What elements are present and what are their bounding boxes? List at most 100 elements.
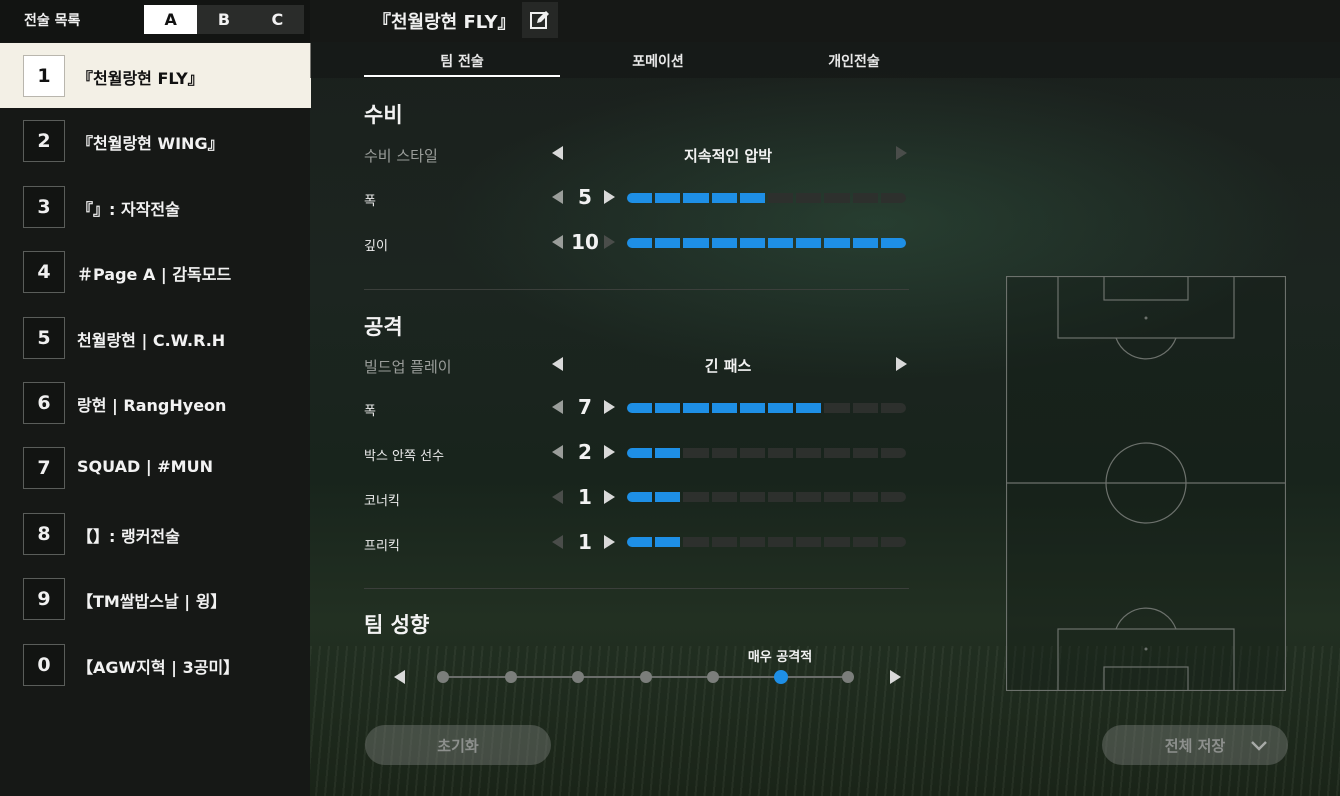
slider-segment [768, 448, 794, 458]
slider-segment [852, 193, 878, 203]
team-tendency-prev-arrow-icon[interactable] [394, 670, 405, 684]
defense-style-label: 수비 스타일 [364, 147, 438, 165]
attack-width-slider[interactable] [627, 403, 907, 413]
slider-segment [627, 238, 653, 248]
slider-segment [627, 537, 653, 547]
slider-segment [655, 492, 681, 502]
free-kick-label: 프리킥 [364, 539, 400, 554]
tactic-tabs: 팀 전술 포메이션 개인전술 [310, 42, 1340, 78]
slider-segment [880, 537, 907, 547]
chevron-down-icon [1251, 741, 1267, 751]
slider-segment [627, 403, 653, 413]
defense-depth-value: 10 [571, 230, 599, 254]
reset-button[interactable]: 초기화 [365, 725, 551, 765]
slider-segment [768, 492, 794, 502]
buildup-play-prev-arrow-icon[interactable] [552, 357, 563, 371]
defense-width-increase-icon[interactable] [604, 190, 615, 204]
slider-segment [655, 403, 681, 413]
defense-depth-slider[interactable] [627, 238, 907, 248]
team-tendency-value: 매우 공격적 [747, 650, 813, 665]
corner-kick-increase-icon[interactable] [604, 490, 615, 504]
slider-segment [711, 193, 737, 203]
team-tendency-step-dot[interactable] [572, 671, 584, 683]
defense-width-decrease-icon[interactable] [552, 190, 563, 204]
tactics-list: 1 『천월랑현 FLY』 2 『천월랑현 WING』 3 『』: 자작전술 4 … [0, 43, 311, 697]
slider-segment [824, 238, 850, 248]
free-kick-slider[interactable] [627, 537, 907, 547]
tactic-item-2[interactable]: 2 『천월랑현 WING』 [0, 108, 311, 173]
team-tendency-step-dot[interactable] [437, 671, 449, 683]
slider-segment [768, 193, 794, 203]
tactic-item-8[interactable]: 8 【】: 랭커전술 [0, 501, 311, 566]
slider-segment [739, 448, 766, 458]
slider-segment [824, 193, 850, 203]
page-tab-c[interactable]: C [251, 5, 304, 34]
slider-segment [824, 448, 850, 458]
save-all-label: 전체 저장 [1164, 736, 1226, 755]
page-tab-b[interactable]: B [197, 5, 250, 34]
players-in-box-slider[interactable] [627, 448, 907, 458]
defense-width-slider[interactable] [627, 193, 907, 203]
slider-segment [711, 448, 737, 458]
tactic-name: 『천월랑현 WING』 [77, 134, 224, 154]
tactic-item-7[interactable]: 7 SQUAD | #MUN [0, 435, 311, 500]
team-tendency-step-dot[interactable] [773, 670, 788, 684]
players-in-box-label: 박스 안쪽 선수 [364, 449, 445, 464]
buildup-play-value: 긴 패스 [704, 357, 752, 375]
slider-segment [880, 193, 907, 203]
defense-style-next-arrow-icon[interactable] [896, 146, 907, 160]
tactic-name: SQUAD | #MUN [77, 457, 213, 477]
edit-title-button[interactable] [522, 2, 558, 38]
tab-team-tactics[interactable]: 팀 전술 [364, 51, 560, 71]
defense-style-prev-arrow-icon[interactable] [552, 146, 563, 160]
slider-segment [739, 403, 766, 413]
slider-segment [655, 193, 681, 203]
section-divider [364, 588, 909, 589]
tab-individual-tactics[interactable]: 개인전술 [756, 51, 952, 71]
slider-segment [796, 193, 822, 203]
tactic-item-6[interactable]: 6 랑현 | RangHyeon [0, 370, 311, 435]
team-tendency-step-dot[interactable] [842, 671, 854, 683]
slider-segment [683, 238, 709, 248]
tactic-item-1[interactable]: 1 『천월랑현 FLY』 [0, 43, 311, 109]
free-kick-value: 1 [578, 530, 592, 554]
slider-segment [627, 448, 653, 458]
tactic-slot-number: 9 [23, 578, 65, 621]
tactic-item-0[interactable]: 0 【AGW지혁 | 3공미】 [0, 632, 311, 697]
team-tendency-step-dot[interactable] [707, 671, 719, 683]
tactic-slot-number: 3 [23, 185, 65, 228]
slider-segment [768, 238, 794, 248]
defense-depth-increase-icon[interactable] [604, 235, 615, 249]
tactic-title: 『천월랑현 FLY』 [373, 12, 516, 33]
slider-segment [824, 403, 850, 413]
attack-width-decrease-icon[interactable] [552, 400, 563, 414]
save-all-button[interactable]: 전체 저장 [1102, 725, 1288, 765]
corner-kick-slider[interactable] [627, 492, 907, 502]
tactic-slot-number: 1 [23, 55, 65, 97]
slider-segment [880, 448, 907, 458]
tactic-slot-number: 0 [23, 643, 65, 686]
free-kick-decrease-icon[interactable] [552, 535, 563, 549]
corner-kick-decrease-icon[interactable] [552, 490, 563, 504]
defense-style-value: 지속적인 압박 [683, 147, 773, 165]
page-tab-a[interactable]: A [144, 5, 198, 34]
players-in-box-decrease-icon[interactable] [552, 445, 563, 459]
slider-segment [683, 492, 709, 502]
team-tendency-next-arrow-icon[interactable] [890, 670, 901, 684]
slider-segment [655, 537, 681, 547]
team-tendency-step-dot[interactable] [504, 671, 517, 683]
tab-formation[interactable]: 포메이션 [560, 51, 756, 71]
buildup-play-next-arrow-icon[interactable] [896, 357, 907, 371]
defense-depth-decrease-icon[interactable] [552, 235, 563, 249]
tactic-name: 천월랑현 | C.W.R.H [77, 330, 226, 350]
tactic-slot-number: 6 [23, 381, 65, 424]
attack-width-increase-icon[interactable] [604, 400, 615, 414]
tactic-item-5[interactable]: 5 천월랑현 | C.W.R.H [0, 305, 311, 370]
slider-segment [683, 537, 709, 547]
tactic-item-9[interactable]: 9 【TM쌀밥스날 | 윙】 [0, 566, 311, 631]
tactic-item-3[interactable]: 3 『』: 자작전술 [0, 174, 311, 239]
team-tendency-step-dot[interactable] [639, 671, 652, 683]
free-kick-increase-icon[interactable] [604, 535, 615, 549]
tactic-item-4[interactable]: 4 ＃Page A | 감독모드 [0, 239, 311, 304]
players-in-box-increase-icon[interactable] [604, 445, 615, 459]
